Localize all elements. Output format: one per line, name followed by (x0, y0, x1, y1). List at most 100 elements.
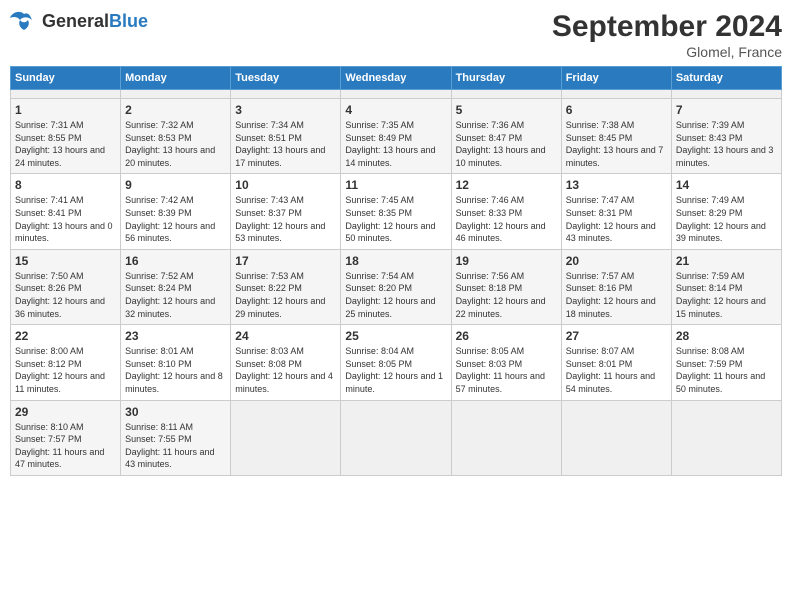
day-detail: Sunrise: 8:01 AM Sunset: 8:10 PM Dayligh… (125, 345, 226, 395)
day-number: 25 (345, 329, 446, 343)
calendar-cell: 2Sunrise: 7:32 AM Sunset: 8:53 PM Daylig… (121, 99, 231, 174)
day-detail: Sunrise: 7:56 AM Sunset: 8:18 PM Dayligh… (456, 270, 557, 320)
calendar-cell (11, 90, 121, 99)
calendar-cell: 28Sunrise: 8:08 AM Sunset: 7:59 PM Dayli… (671, 325, 781, 400)
day-detail: Sunrise: 7:46 AM Sunset: 8:33 PM Dayligh… (456, 194, 557, 244)
calendar-cell (451, 400, 561, 475)
logo-text: GeneralBlue (42, 11, 148, 32)
calendar-cell: 17 Sunrise: 7:53 AM Sunset: 8:22 PM Dayli… (231, 249, 341, 324)
day-number: 1 (15, 103, 116, 117)
day-number: 12 (456, 178, 557, 192)
day-detail: Sunrise: 7:45 AM Sunset: 8:35 PM Dayligh… (345, 194, 446, 244)
day-detail: Sunrise: 7:32 AM Sunset: 8:53 PM Dayligh… (125, 119, 226, 169)
day-header-sunday: Sunday (11, 67, 121, 90)
day-detail: Sunrise: 8:11 AM Sunset: 7:55 PM Dayligh… (125, 421, 226, 471)
day-number: 19 (456, 254, 557, 268)
day-number: 14 (676, 178, 777, 192)
day-detail: Sunrise: 8:07 AM Sunset: 8:01 PM Dayligh… (566, 345, 667, 395)
location-title: Glomel, France (552, 44, 782, 60)
day-header-friday: Friday (561, 67, 671, 90)
day-detail: Sunrise: 7:57 AM Sunset: 8:16 PM Dayligh… (566, 270, 667, 320)
day-number: 15 (15, 254, 116, 268)
calendar-cell: 24Sunrise: 8:03 AM Sunset: 8:08 PM Dayli… (231, 325, 341, 400)
day-detail: Sunrise: 7:38 AM Sunset: 8:45 PM Dayligh… (566, 119, 667, 169)
calendar-cell: 18 Sunrise: 7:54 AM Sunset: 8:20 PM Dayli… (341, 249, 451, 324)
calendar-cell: 3Sunrise: 7:34 AM Sunset: 8:51 PM Daylig… (231, 99, 341, 174)
day-number: 27 (566, 329, 667, 343)
calendar-cell: 14 Sunrise: 7:49 AM Sunset: 8:29 PM Dayli… (671, 174, 781, 249)
day-number: 26 (456, 329, 557, 343)
day-number: 13 (566, 178, 667, 192)
calendar-cell (341, 90, 451, 99)
day-detail: Sunrise: 7:53 AM Sunset: 8:22 PM Dayligh… (235, 270, 336, 320)
calendar-cell: 11 Sunrise: 7:45 AM Sunset: 8:35 PM Dayli… (341, 174, 451, 249)
day-header-wednesday: Wednesday (341, 67, 451, 90)
calendar-cell: 4Sunrise: 7:35 AM Sunset: 8:49 PM Daylig… (341, 99, 451, 174)
calendar-week-6: 29 Sunrise: 8:10 AM Sunset: 7:57 PM Dayli… (11, 400, 782, 475)
day-number: 24 (235, 329, 336, 343)
day-number: 11 (345, 178, 446, 192)
day-number: 29 (15, 405, 116, 419)
calendar-cell: 30 Sunrise: 8:11 AM Sunset: 7:55 PM Dayli… (121, 400, 231, 475)
day-detail: Sunrise: 7:42 AM Sunset: 8:39 PM Dayligh… (125, 194, 226, 244)
page-header: GeneralBlue September 2024 Glomel, Franc… (10, 10, 782, 60)
day-detail: Sunrise: 7:54 AM Sunset: 8:20 PM Dayligh… (345, 270, 446, 320)
calendar-cell: 29 Sunrise: 8:10 AM Sunset: 7:57 PM Dayli… (11, 400, 121, 475)
day-detail: Sunrise: 7:39 AM Sunset: 8:43 PM Dayligh… (676, 119, 777, 169)
day-number: 7 (676, 103, 777, 117)
month-title: September 2024 (552, 10, 782, 44)
day-detail: Sunrise: 7:49 AM Sunset: 8:29 PM Dayligh… (676, 194, 777, 244)
day-number: 6 (566, 103, 667, 117)
day-detail: Sunrise: 7:36 AM Sunset: 8:47 PM Dayligh… (456, 119, 557, 169)
calendar-cell: 8Sunrise: 7:41 AM Sunset: 8:41 PM Daylig… (11, 174, 121, 249)
day-number: 21 (676, 254, 777, 268)
calendar-week-4: 15 Sunrise: 7:50 AM Sunset: 8:26 PM Dayli… (11, 249, 782, 324)
day-number: 22 (15, 329, 116, 343)
calendar-week-3: 8Sunrise: 7:41 AM Sunset: 8:41 PM Daylig… (11, 174, 782, 249)
calendar-cell (231, 400, 341, 475)
calendar-cell (121, 90, 231, 99)
calendar-cell (231, 90, 341, 99)
calendar-cell: 5 Sunrise: 7:36 AM Sunset: 8:47 PM Daylig… (451, 99, 561, 174)
calendar-cell: 19 Sunrise: 7:56 AM Sunset: 8:18 PM Dayli… (451, 249, 561, 324)
day-number: 10 (235, 178, 336, 192)
calendar-cell: 27 Sunrise: 8:07 AM Sunset: 8:01 PM Dayli… (561, 325, 671, 400)
day-detail: Sunrise: 7:43 AM Sunset: 8:37 PM Dayligh… (235, 194, 336, 244)
calendar-cell: 12 Sunrise: 7:46 AM Sunset: 8:33 PM Dayli… (451, 174, 561, 249)
calendar-cell: 1 Sunrise: 7:31 AM Sunset: 8:55 PM Daylig… (11, 99, 121, 174)
day-detail: Sunrise: 8:10 AM Sunset: 7:57 PM Dayligh… (15, 421, 116, 471)
day-detail: Sunrise: 7:52 AM Sunset: 8:24 PM Dayligh… (125, 270, 226, 320)
logo-blue: Blue (109, 11, 148, 31)
calendar-header-row: SundayMondayTuesdayWednesdayThursdayFrid… (11, 67, 782, 90)
calendar-cell: 10 Sunrise: 7:43 AM Sunset: 8:37 PM Dayli… (231, 174, 341, 249)
day-number: 18 (345, 254, 446, 268)
title-area: September 2024 Glomel, France (552, 10, 782, 60)
day-number: 8 (15, 178, 116, 192)
day-detail: Sunrise: 8:04 AM Sunset: 8:05 PM Dayligh… (345, 345, 446, 395)
logo: GeneralBlue (10, 10, 148, 32)
calendar-cell: 15 Sunrise: 7:50 AM Sunset: 8:26 PM Dayli… (11, 249, 121, 324)
day-number: 16 (125, 254, 226, 268)
day-number: 20 (566, 254, 667, 268)
calendar-cell: 23 Sunrise: 8:01 AM Sunset: 8:10 PM Dayli… (121, 325, 231, 400)
calendar-week-5: 22Sunrise: 8:00 AM Sunset: 8:12 PM Dayli… (11, 325, 782, 400)
day-number: 4 (345, 103, 446, 117)
calendar-cell: 6 Sunrise: 7:38 AM Sunset: 8:45 PM Daylig… (561, 99, 671, 174)
day-number: 23 (125, 329, 226, 343)
day-detail: Sunrise: 7:50 AM Sunset: 8:26 PM Dayligh… (15, 270, 116, 320)
day-header-tuesday: Tuesday (231, 67, 341, 90)
day-number: 5 (456, 103, 557, 117)
calendar-cell: 22Sunrise: 8:00 AM Sunset: 8:12 PM Dayli… (11, 325, 121, 400)
calendar-table: SundayMondayTuesdayWednesdayThursdayFrid… (10, 66, 782, 476)
calendar-cell: 25 Sunrise: 8:04 AM Sunset: 8:05 PM Dayli… (341, 325, 451, 400)
calendar-cell: 26Sunrise: 8:05 AM Sunset: 8:03 PM Dayli… (451, 325, 561, 400)
calendar-cell: 21Sunrise: 7:59 AM Sunset: 8:14 PM Dayli… (671, 249, 781, 324)
day-number: 17 (235, 254, 336, 268)
day-detail: Sunrise: 7:31 AM Sunset: 8:55 PM Dayligh… (15, 119, 116, 169)
logo-icon (10, 10, 38, 32)
day-number: 30 (125, 405, 226, 419)
day-detail: Sunrise: 7:47 AM Sunset: 8:31 PM Dayligh… (566, 194, 667, 244)
calendar-cell: 7 Sunrise: 7:39 AM Sunset: 8:43 PM Daylig… (671, 99, 781, 174)
calendar-cell (561, 400, 671, 475)
day-detail: Sunrise: 7:34 AM Sunset: 8:51 PM Dayligh… (235, 119, 336, 169)
